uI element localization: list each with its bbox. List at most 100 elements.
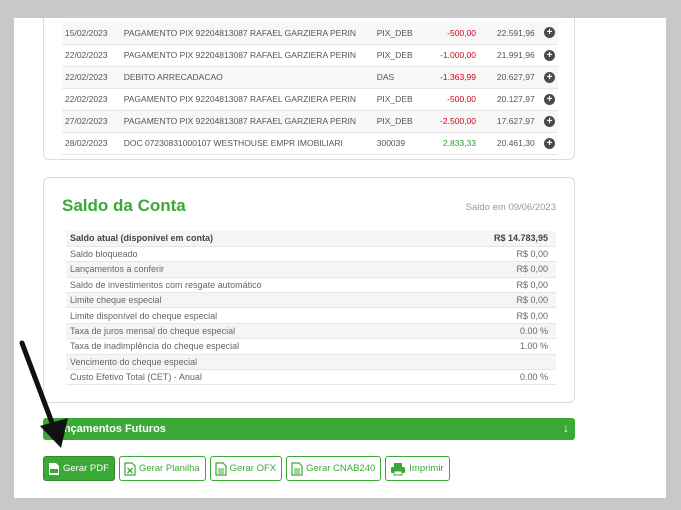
- transaction-row: 15/02/2023 PAGAMENTO PIX 92204813087 RAFA…: [62, 22, 558, 45]
- balance-table: Saldo atual (disponível em conta) R$ 14.7…: [66, 231, 556, 386]
- plus-circle-icon[interactable]: +: [544, 115, 555, 127]
- transaction-date: 28/02/2023: [62, 132, 121, 155]
- balance-row-value: R$ 14.783,95: [434, 231, 556, 247]
- pdf-file-icon: [49, 462, 59, 475]
- pointer-arrow-annotation: [19, 340, 68, 448]
- transaction-balance: 20.127,97: [479, 88, 538, 111]
- transaction-date: 27/02/2023: [62, 110, 121, 133]
- balance-row-label: Saldo atual (disponível em conta): [66, 231, 435, 247]
- balance-row: Limite disponível do cheque especial R$ 0…: [66, 307, 556, 324]
- transaction-action-cell: +: [537, 44, 558, 67]
- expand-arrow-icon[interactable]: ↓: [563, 421, 569, 435]
- transaction-value: -1.363,99: [428, 66, 480, 89]
- transaction-date: 22/02/2023: [62, 66, 121, 89]
- transaction-description: DEBITO ARRECADACAO: [120, 66, 374, 89]
- excel-file-icon: [124, 461, 136, 476]
- transaction-value: -500,00: [428, 22, 480, 45]
- balance-row-value: R$ 0,00: [434, 307, 556, 324]
- plus-circle-icon[interactable]: +: [544, 27, 555, 39]
- transaction-action-cell: +: [537, 132, 558, 155]
- balance-row: Vencimento do cheque especial: [66, 354, 556, 371]
- plus-circle-icon[interactable]: +: [544, 137, 555, 149]
- balance-row-label: Vencimento do cheque especial: [66, 354, 435, 371]
- balance-row: Saldo de investimentos com resgate autom…: [66, 277, 556, 294]
- print-button[interactable]: Imprimir: [385, 456, 450, 481]
- transaction-type: PIX_DEB: [373, 110, 429, 133]
- balance-row: Custo Efetivo Total (CET) - Anual 0.00 %: [66, 369, 556, 386]
- balance-row-label: Taxa de juros mensal do cheque especial: [66, 323, 435, 340]
- generate-pdf-button[interactable]: Gerar PDF: [43, 456, 115, 481]
- balance-row-label: Saldo de investimentos com resgate autom…: [66, 277, 435, 294]
- transaction-date: 22/02/2023: [62, 88, 121, 111]
- transaction-action-cell: +: [537, 66, 558, 89]
- balance-row: Saldo bloqueado R$ 0,00: [66, 246, 556, 263]
- transaction-description: PAGAMENTO PIX 92204813087 RAFAEL GARZIER…: [120, 22, 374, 45]
- transaction-description: PAGAMENTO PIX 92204813087 RAFAEL GARZIER…: [120, 110, 374, 133]
- balance-row-label: Taxa de inadimplência do cheque especial: [66, 338, 435, 355]
- transaction-value: -1.000,00: [428, 44, 480, 67]
- balance-row-label: Custo Efetivo Total (CET) - Anual: [66, 369, 435, 386]
- transactions-card: 15/02/2023 PAGAMENTO PIX 92204813087 RAFA…: [43, 18, 575, 160]
- balance-row-label: Limite cheque especial: [66, 292, 435, 309]
- balance-row-label: Lançamentos a conferir: [66, 261, 435, 278]
- balance-row-label: Limite disponível do cheque especial: [66, 307, 435, 324]
- plus-circle-icon[interactable]: +: [544, 93, 555, 105]
- file-icon: [291, 461, 303, 476]
- plus-circle-icon[interactable]: +: [544, 71, 555, 83]
- transaction-action-cell: +: [537, 88, 558, 111]
- transaction-balance: 17.627,97: [479, 110, 538, 133]
- transaction-description: PAGAMENTO PIX 92204813087 RAFAEL GARZIER…: [120, 44, 374, 67]
- generate-ofx-button[interactable]: Gerar OFX: [209, 456, 283, 481]
- transaction-row: 28/02/2023 DOC 07230831000107 WESTHOUSE E…: [62, 132, 558, 155]
- plus-circle-icon[interactable]: +: [544, 49, 555, 61]
- transaction-action-cell: +: [537, 22, 558, 45]
- generate-ofx-label: Gerar OFX: [229, 463, 277, 474]
- transaction-date: 22/02/2023: [62, 44, 121, 67]
- transaction-row: 22/02/2023 PAGAMENTO PIX 92204813087 RAFA…: [62, 88, 558, 111]
- transaction-action-cell: +: [537, 110, 558, 133]
- balance-row: Lançamentos a conferir R$ 0,00: [66, 261, 556, 278]
- future-entries-bar[interactable]: Lançamentos Futuros ↓: [43, 418, 575, 440]
- file-icon: [215, 461, 227, 476]
- balance-row: Limite cheque especial R$ 0,00: [66, 292, 556, 309]
- transaction-row: 22/02/2023 PAGAMENTO PIX 92204813087 RAFA…: [62, 44, 558, 67]
- transaction-date: 15/02/2023: [62, 22, 121, 45]
- balance-title: Saldo da Conta: [62, 196, 186, 215]
- transaction-balance: 22.591,96: [479, 22, 538, 45]
- balance-row-value: R$ 0,00: [434, 261, 556, 278]
- generate-pdf-label: Gerar PDF: [63, 463, 109, 474]
- generate-cnab240-label: Gerar CNAB240: [306, 463, 376, 474]
- printer-icon: [391, 462, 406, 475]
- account-balance-card: Saldo da Conta Saldo em 09/06/2023 Saldo…: [43, 177, 575, 403]
- generate-cnab240-button[interactable]: Gerar CNAB240: [286, 456, 382, 481]
- transaction-value: -2.500,00: [428, 110, 480, 133]
- transaction-description: PAGAMENTO PIX 92204813087 RAFAEL GARZIER…: [120, 88, 374, 111]
- transaction-type: PIX_DEB: [373, 88, 429, 111]
- transaction-type: PIX_DEB: [373, 22, 429, 45]
- transaction-type: DAS: [373, 66, 429, 89]
- transaction-balance: 20.627,97: [479, 66, 538, 89]
- balance-row-value: R$ 0,00: [434, 246, 556, 263]
- balance-row-value: 0.00 %: [434, 323, 556, 340]
- generate-spreadsheet-label: Gerar Planilha: [138, 463, 200, 474]
- transaction-value: -500,00: [428, 88, 480, 111]
- generate-spreadsheet-button[interactable]: Gerar Planilha: [118, 456, 206, 481]
- balance-row-label: Saldo bloqueado: [66, 246, 435, 263]
- balance-row-value: R$ 0,00: [434, 277, 556, 294]
- page-content: 15/02/2023 PAGAMENTO PIX 92204813087 RAFA…: [14, 18, 666, 498]
- balance-row: Taxa de inadimplência do cheque especial…: [66, 338, 556, 355]
- balance-row-value: R$ 0,00: [434, 292, 556, 309]
- balance-row: Saldo atual (disponível em conta) R$ 14.7…: [66, 231, 556, 247]
- transaction-balance: 20.461,30: [479, 132, 538, 155]
- transaction-type: PIX_DEB: [373, 44, 429, 67]
- balance-row-value: 0.00 %: [434, 369, 556, 386]
- balance-row-value: [434, 354, 556, 371]
- balance-date: Saldo em 09/06/2023: [465, 202, 556, 213]
- transaction-row: 22/02/2023 DEBITO ARRECADACAO DAS -1.363,99…: [62, 66, 558, 89]
- balance-row: Taxa de juros mensal do cheque especial 0…: [66, 323, 556, 340]
- transactions-table: 15/02/2023 PAGAMENTO PIX 92204813087 RAFA…: [62, 22, 558, 155]
- transaction-balance: 21.991,96: [479, 44, 538, 67]
- transaction-row: 27/02/2023 PAGAMENTO PIX 92204813087 RAFA…: [62, 110, 558, 133]
- transaction-description: DOC 07230831000107 WESTHOUSE EMPR IMOBIL…: [120, 132, 374, 155]
- transaction-value: 2.833,33: [428, 132, 480, 155]
